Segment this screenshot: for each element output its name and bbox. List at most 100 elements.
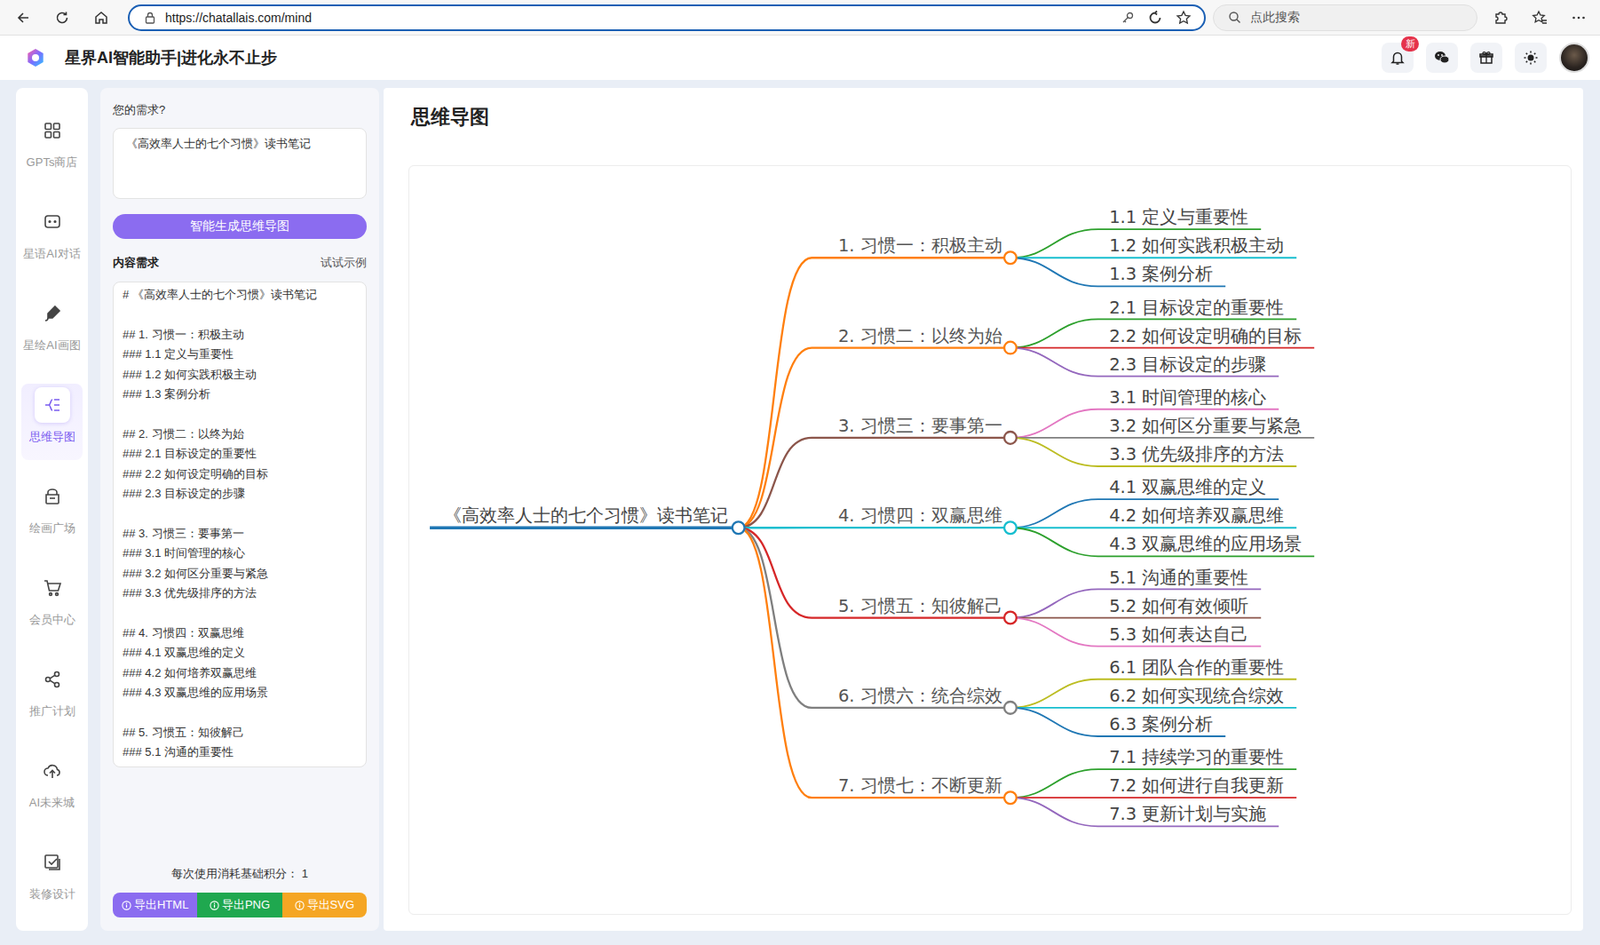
content-line: # 《高效率人士的七个习惯》读书笔记 <box>122 285 357 305</box>
app-title: 星界AI智能助手|进化永不止步 <box>64 47 278 69</box>
back-button[interactable] <box>7 4 40 32</box>
sidebar-item-label: 思维导图 <box>29 429 76 444</box>
home-button[interactable] <box>85 4 118 32</box>
app-header: 星界AI智能助手|进化永不止步 新 <box>0 35 1600 80</box>
more-button[interactable] <box>1562 4 1595 32</box>
search-icon <box>1227 10 1242 24</box>
child-link <box>1010 437 1297 467</box>
theme-button[interactable] <box>1514 42 1547 73</box>
url-text: https://chatallais.com/mind <box>165 10 312 25</box>
more-dots-icon <box>1570 9 1587 26</box>
mindmap-child-node: 6.3 案例分析 <box>1108 713 1213 735</box>
translate-icon[interactable] <box>1147 9 1164 26</box>
sidebar-item[interactable]: AI未来城 <box>21 742 83 834</box>
logo-icon[interactable] <box>24 47 47 69</box>
mindmap-branch-node: 1. 习惯一：积极主动 <box>838 235 1003 256</box>
child-link <box>1010 526 1297 529</box>
refresh-button[interactable] <box>46 4 79 32</box>
branch-link <box>738 526 1011 529</box>
sidebar-item[interactable]: 思维导图 <box>21 383 83 460</box>
export-button[interactable]: 导出HTML <box>112 892 198 918</box>
sidebar-item-label: 绘画广场 <box>29 521 76 536</box>
export-button[interactable]: 导出PNG <box>197 892 282 918</box>
sidebar-item-label: 推广计划 <box>29 704 76 719</box>
content-line: ### 4.2 如何培养双赢思维 <box>122 663 357 683</box>
mindmap-root-node: 《高效率人士的七个习惯》读书笔记 <box>443 505 729 526</box>
mindmap-branch-node: 3. 习惯三：要事第一 <box>838 415 1003 436</box>
sidebar-item-label: GPTs商店 <box>26 155 79 170</box>
sidebar-item[interactable]: 星语AI对话 <box>21 193 83 286</box>
sidebar-item[interactable]: 装修设计 <box>21 833 83 926</box>
branch-link <box>738 527 1011 618</box>
mindmap-child-node: 5.2 如何有效倾听 <box>1108 595 1249 617</box>
mindmap-child-node: 7.3 更新计划与实施 <box>1108 803 1267 824</box>
child-link <box>1010 797 1279 826</box>
mindmap-child-node: 7.2 如何进行自我更新 <box>1108 775 1284 796</box>
user-avatar[interactable] <box>1559 42 1590 73</box>
key-icon[interactable] <box>1120 10 1135 25</box>
branch-node-dot <box>1004 431 1017 444</box>
notification-badge: 新 <box>1401 36 1419 52</box>
sidebar-item[interactable]: 绘画广场 <box>21 467 83 560</box>
content-line <box>122 403 357 424</box>
gift-button[interactable] <box>1470 42 1503 73</box>
need-input[interactable]: 《高效率人士的七个习惯》读书笔记 <box>112 127 367 199</box>
mindmap-branch-node: 6. 习惯六：统合综效 <box>838 685 1003 706</box>
mindmap-branch-node: 2. 习惯二：以终为始 <box>838 325 1003 347</box>
mindmap-canvas[interactable]: 1.1 定义与重要性1.2 如何实践积极主动1.3 案例分析1. 习惯一：积极主… <box>408 165 1572 915</box>
lock-icon <box>143 11 157 24</box>
generate-button[interactable]: 智能生成思维导图 <box>112 213 367 239</box>
mindmap-child-node: 3.3 优先级排序的方法 <box>1108 443 1284 465</box>
child-link <box>1010 617 1261 647</box>
content-line: ### 2.2 如何设定明确的目标 <box>122 464 357 484</box>
sidebar-item-icon <box>42 120 63 141</box>
need-label: 您的需求? <box>112 102 367 119</box>
mindmap-child-node: 2.1 目标设定的重要性 <box>1108 297 1284 318</box>
example-link[interactable]: 试试示例 <box>320 254 367 271</box>
favorites-icon <box>1531 9 1548 26</box>
back-arrow-icon <box>15 9 32 26</box>
main-panel: 思维导图 1.1 定义与重要性1.2 如何实践积极主动1.3 案例分析1. 习惯… <box>383 87 1584 931</box>
address-bar[interactable]: https://chatallais.com/mind <box>127 4 1206 32</box>
input-panel: 您的需求? 《高效率人士的七个习惯》读书笔记 智能生成思维导图 内容需求 试试示… <box>100 87 380 931</box>
sidebar-item[interactable]: GPTs商店 <box>21 102 83 194</box>
child-link <box>1010 588 1261 618</box>
sidebar-item-icon <box>42 395 63 415</box>
sidebar-item[interactable]: 推广计划 <box>21 650 83 743</box>
extensions-button[interactable] <box>1484 4 1517 32</box>
mindmap-child-node: 6.2 如何实现统合综效 <box>1108 685 1284 706</box>
gift-icon <box>1478 49 1495 66</box>
mindmap-child-node: 6.1 团队合作的重要性 <box>1108 657 1284 678</box>
child-link <box>1010 436 1315 439</box>
mindmap-child-node: 2.3 目标设定的步骤 <box>1108 354 1267 375</box>
sidebar-item-label: 会员中心 <box>29 612 76 627</box>
content-line: ### 2.3 目标设定的步骤 <box>122 483 357 504</box>
sidebar-item-icon <box>42 669 63 690</box>
sidebar-item-label: AI未来城 <box>29 795 75 810</box>
sun-icon <box>1522 49 1539 66</box>
mindmap-child-node: 4.1 双赢思维的定义 <box>1108 476 1267 498</box>
mindmap-child-node: 1.2 如何实践积极主动 <box>1108 235 1284 256</box>
child-link <box>1010 256 1297 259</box>
info-icon <box>121 900 132 911</box>
bell-icon <box>1389 49 1406 66</box>
branch-node-dot <box>1004 701 1017 714</box>
sidebar: GPTs商店 星语AI对话 星绘AI画图 思维导图 绘画广场 会员中心 推广计划… <box>15 87 88 931</box>
sidebar-item-label: 星语AI对话 <box>23 246 80 262</box>
sidebar-item[interactable]: 星绘AI画图 <box>21 285 83 377</box>
content-line: ## 1. 习惯一：积极主动 <box>122 324 357 345</box>
sidebar-item[interactable]: 会员中心 <box>21 559 83 651</box>
favorites-button[interactable] <box>1523 4 1556 32</box>
wechat-icon <box>1433 48 1451 67</box>
branch-node-dot <box>1004 341 1017 355</box>
notification-button[interactable]: 新 <box>1381 42 1414 73</box>
mindmap: 1.1 定义与重要性1.2 如何实践积极主动1.3 案例分析1. 习惯一：积极主… <box>409 166 1571 914</box>
favorite-star-icon[interactable] <box>1175 9 1192 26</box>
browser-search[interactable]: 点此搜索 <box>1212 4 1478 32</box>
content-line <box>122 304 357 325</box>
content-line: ## 5. 习惯五：知彼解己 <box>122 722 357 743</box>
export-button[interactable]: 导出SVG <box>282 892 367 918</box>
content-input[interactable]: # 《高效率人士的七个习惯》读书笔记## 1. 习惯一：积极主动### 1.1 … <box>112 281 367 768</box>
mindmap-branch-node: 5. 习惯五：知彼解己 <box>838 595 1003 617</box>
wechat-button[interactable] <box>1425 42 1458 73</box>
